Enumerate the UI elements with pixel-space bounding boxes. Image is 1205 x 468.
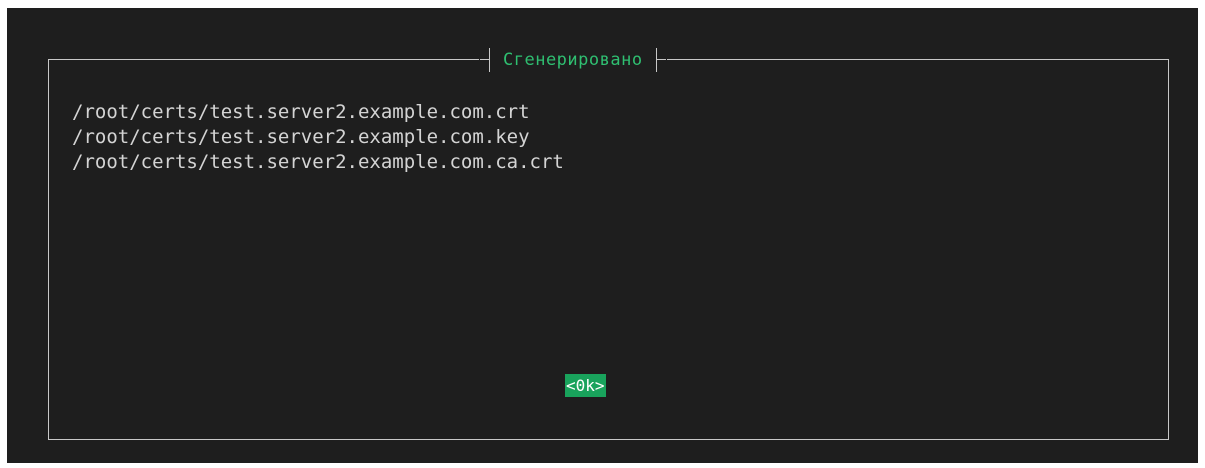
- terminal-window: Сгенерировано /root/certs/test.server2.e…: [7, 8, 1198, 463]
- dialog-title-bar: Сгенерировано: [479, 48, 667, 72]
- file-path-line: /root/certs/test.server2.example.com.ca.…: [72, 151, 564, 173]
- title-left-divider: [480, 48, 491, 72]
- dialog-title: Сгенерировано: [503, 50, 643, 70]
- generated-files-list: /root/certs/test.server2.example.com.crt…: [72, 100, 564, 175]
- title-right-divider: [655, 48, 666, 72]
- ok-button[interactable]: <0k>: [565, 374, 606, 397]
- file-path-line: /root/certs/test.server2.example.com.key: [72, 126, 530, 148]
- file-path-line: /root/certs/test.server2.example.com.crt: [72, 101, 530, 123]
